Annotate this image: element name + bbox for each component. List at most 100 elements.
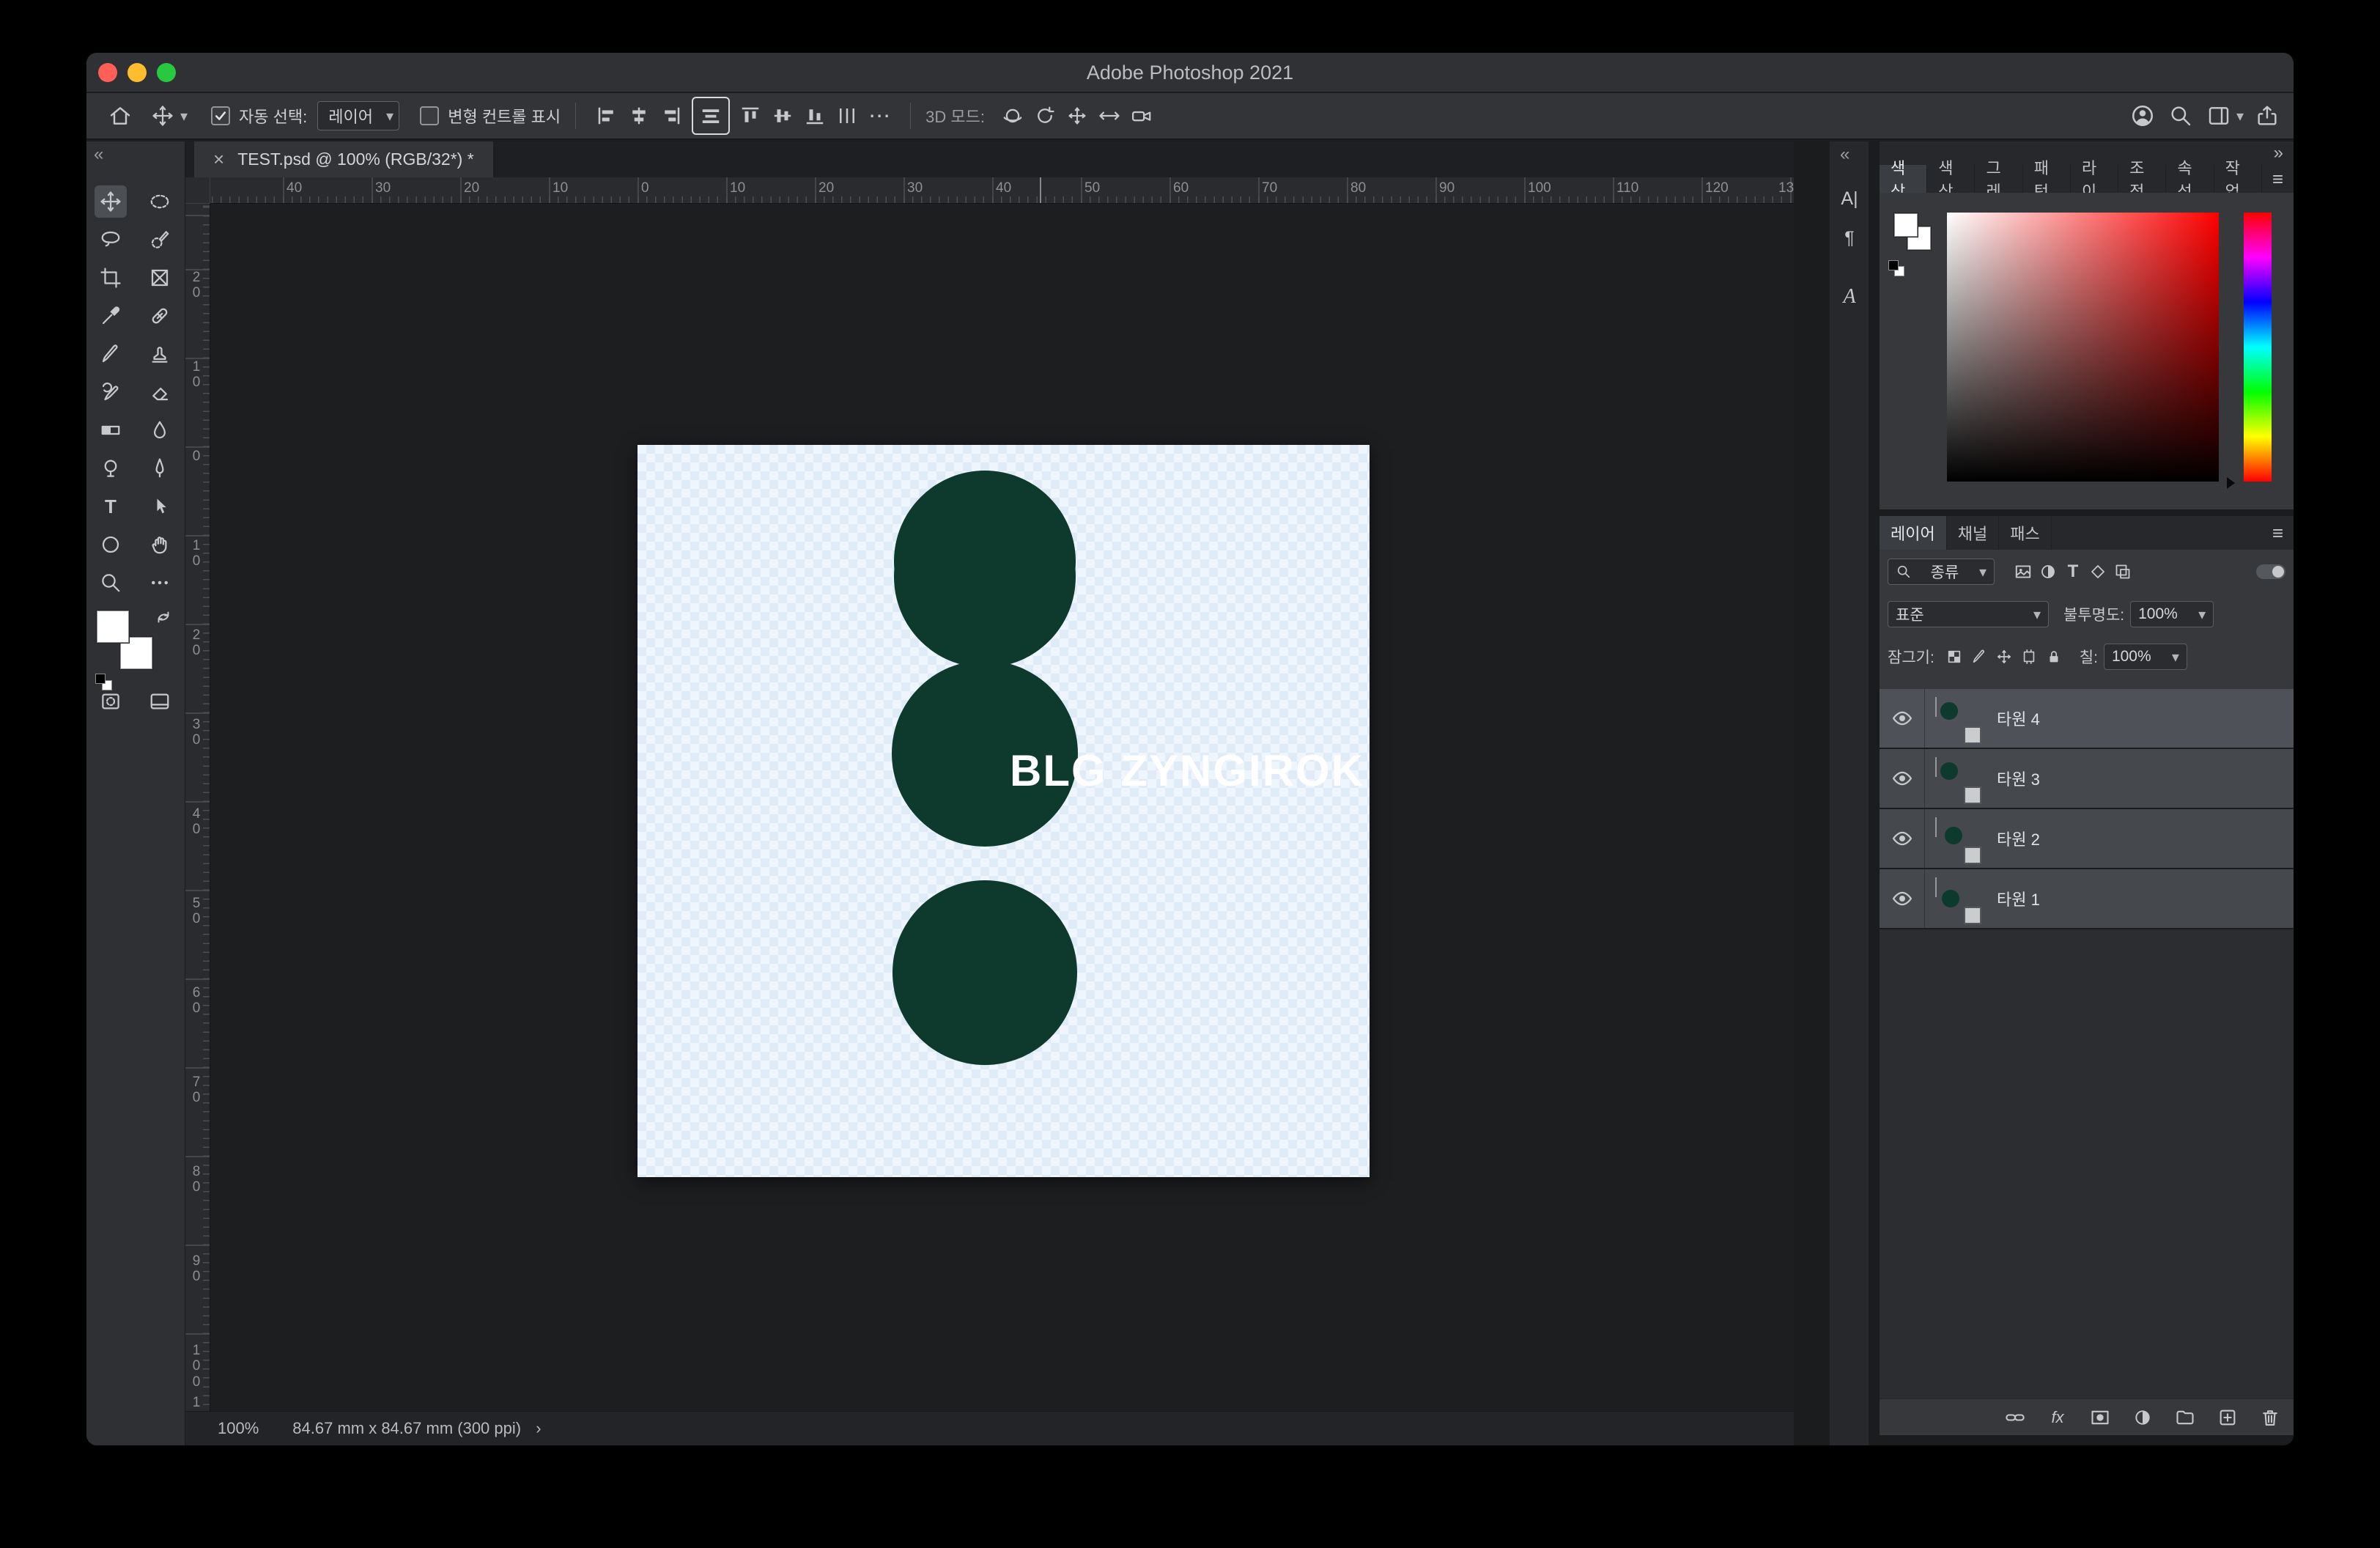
move-tool-icon[interactable] [147,100,179,132]
document-info[interactable]: 84.67 mm x 84.67 mm (300 ppi) › [292,1419,541,1438]
horizontal-ruler[interactable]: 40 30 20 10 0 10 20 30 40 50 60 70 80 90… [210,177,1794,204]
hand-tool[interactable] [144,528,176,561]
close-tab-icon[interactable]: × [213,148,224,171]
link-layers-icon[interactable] [2003,1407,2028,1429]
align-top-edges-icon[interactable] [734,100,766,132]
blur-tool[interactable] [144,414,176,446]
visibility-eye-icon[interactable] [1880,869,1925,928]
shape-tool[interactable] [95,528,127,561]
filter-kind-dropdown[interactable]: 종류 ▾ [1888,559,1995,585]
tab-patterns[interactable]: 패턴 [2023,159,2071,201]
swap-colors-icon[interactable] [154,608,173,631]
path-selection-tool[interactable] [144,490,176,523]
screen-mode-icon[interactable] [144,685,176,718]
filter-adjustment-layers-icon[interactable] [2036,561,2061,583]
show-transform-checkbox[interactable] [420,106,440,125]
new-group-folder-icon[interactable] [2173,1407,2198,1429]
3d-orbit-icon[interactable] [997,100,1029,132]
filter-pixel-layers-icon[interactable] [2011,561,2036,583]
foreground-color-swatch[interactable] [1894,213,1918,237]
visibility-eye-icon[interactable] [1880,749,1925,808]
opacity-dropdown[interactable]: 100% ▾ [2130,601,2214,627]
visibility-eye-icon[interactable] [1880,689,1925,748]
dodge-tool[interactable] [95,452,127,484]
lasso-tool[interactable] [95,224,127,256]
document-viewport[interactable]: BLG ZYNGIROK [210,204,1794,1411]
ellipse-shape-1[interactable] [892,880,1077,1065]
share-icon[interactable] [2251,100,2283,132]
tab-layers[interactable]: 레이어 [1880,516,1947,550]
active-align-option[interactable] [692,97,731,135]
tab-history[interactable]: 작업 [2214,159,2262,201]
tab-properties[interactable]: 속성 [2166,159,2214,201]
layer-thumbnail[interactable] [1935,817,1981,864]
distribute-centers-icon[interactable] [831,100,863,132]
layer-name[interactable]: 타원 3 [1997,767,2040,790]
expand-panels-icon[interactable]: « [1840,144,1849,165]
lock-artboard-icon[interactable] [2017,646,2041,668]
marquee-tool[interactable] [144,185,176,218]
align-right-edges-icon[interactable] [655,100,687,132]
document-tab[interactable]: × TEST.psd @ 100% (RGB/32*) * [194,141,493,177]
ruler-corner[interactable] [185,177,210,204]
3d-pan-icon[interactable] [1061,100,1093,132]
align-vertical-centers-icon[interactable] [766,100,799,132]
new-layer-icon[interactable] [2215,1407,2240,1429]
brush-tool[interactable] [95,338,127,370]
layer-thumbnail[interactable] [1935,757,1981,804]
account-avatar-icon[interactable] [2126,100,2159,132]
layer-row[interactable]: 타원 3 [1880,749,2294,808]
delete-layer-trash-icon[interactable] [2258,1407,2283,1429]
hue-slider[interactable] [2244,213,2272,482]
edit-toolbar-icon[interactable] [144,567,176,599]
more-options-icon[interactable]: ⋯ [863,100,895,132]
align-left-edges-icon[interactable] [591,100,623,132]
collapse-dock-icon[interactable]: » [2274,143,2283,163]
3d-roll-icon[interactable] [1029,100,1061,132]
workspace-chevron-icon[interactable]: ▾ [2236,107,2244,125]
filter-smart-objects-icon[interactable] [2110,561,2135,583]
eyedropper-tool[interactable] [95,300,127,332]
foreground-color-swatch[interactable] [97,611,129,643]
lock-transparency-icon[interactable] [1942,646,1967,668]
align-horizontal-centers-icon[interactable] [623,100,655,132]
layer-thumbnail[interactable] [1935,877,1981,924]
search-icon[interactable] [2165,100,2197,132]
clone-stamp-tool[interactable] [144,338,176,370]
gradient-tool[interactable] [95,414,127,446]
ellipse-shape-3[interactable] [894,486,1076,668]
3d-slide-icon[interactable] [1093,100,1126,132]
tool-preset-chevron-icon[interactable]: ▾ [180,107,188,125]
visibility-eye-icon[interactable] [1880,809,1925,868]
lock-position-icon[interactable] [1992,646,2017,668]
workspace-switcher-icon[interactable] [2203,100,2235,132]
default-colors-icon[interactable] [95,674,106,684]
filter-type-layers-icon[interactable]: T [2061,561,2085,583]
tab-paths[interactable]: 패스 [1999,516,2052,550]
status-chevron-icon[interactable]: › [536,1419,541,1437]
zoom-tool[interactable] [95,567,127,599]
type-tool[interactable]: T [95,490,127,523]
tab-libraries[interactable]: 라이 [2071,159,2119,201]
blend-mode-dropdown[interactable]: 표준 ▾ [1888,601,2049,627]
glyphs-panel-icon[interactable]: A [1835,282,1864,312]
align-bottom-edges-icon[interactable] [799,100,831,132]
tab-swatches[interactable]: 색상 [1927,159,1976,201]
paragraph-panel-icon[interactable]: ¶ [1835,224,1864,253]
crop-tool[interactable] [95,262,127,294]
pen-tool[interactable] [144,452,176,484]
layer-name[interactable]: 타원 2 [1997,827,2040,850]
layer-row[interactable]: 타원 4 [1880,689,2294,748]
default-colors-icon[interactable] [1888,260,1899,270]
auto-select-checkbox[interactable] [211,106,231,125]
canvas[interactable]: BLG ZYNGIROK [638,445,1370,1177]
collapse-tools-icon[interactable]: « [94,144,103,165]
adjustment-layer-icon[interactable] [2130,1407,2155,1429]
add-layer-mask-icon[interactable] [2088,1407,2113,1429]
tab-gradients[interactable]: 그레 [1975,159,2023,201]
quick-selection-tool[interactable] [144,224,176,256]
frame-tool[interactable] [144,262,176,294]
move-tool[interactable] [95,185,127,218]
home-icon[interactable] [104,100,136,132]
lock-all-icon[interactable] [2041,646,2066,668]
